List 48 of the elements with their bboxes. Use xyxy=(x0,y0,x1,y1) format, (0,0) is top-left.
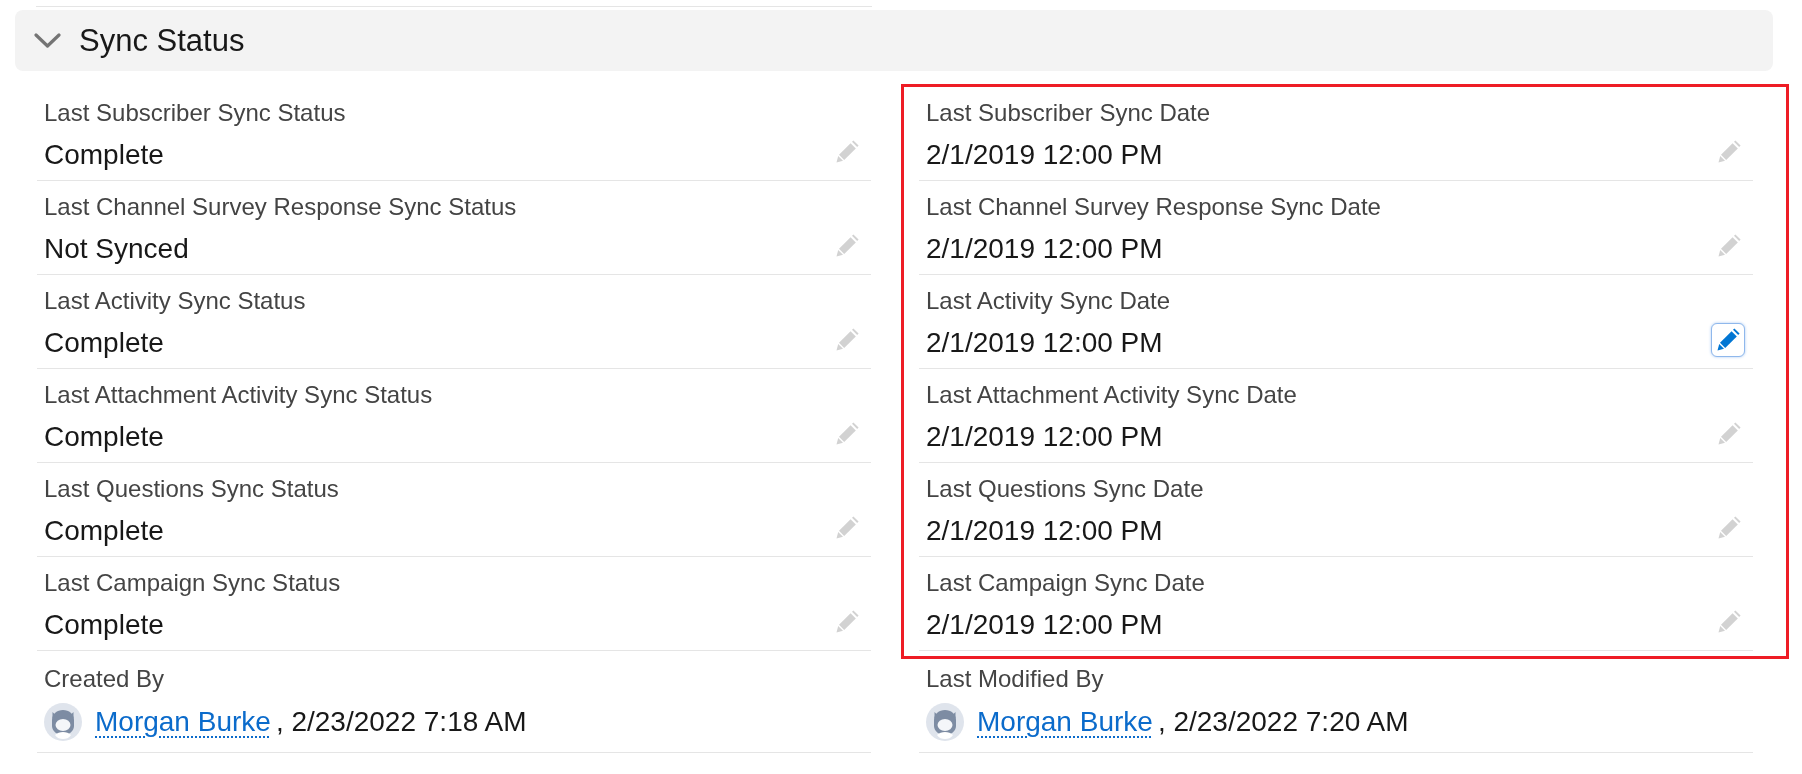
user-link[interactable]: Morgan Burke xyxy=(95,705,271,739)
pencil-icon[interactable] xyxy=(1717,140,1741,164)
section-header[interactable]: Sync Status xyxy=(15,10,1773,71)
field-label: Last Activity Sync Date xyxy=(926,286,1171,316)
pencil-icon[interactable] xyxy=(1717,516,1741,540)
field-label: Last Channel Survey Response Sync Date xyxy=(926,192,1381,222)
pencil-icon[interactable] xyxy=(835,516,859,540)
field-label: Last Questions Sync Date xyxy=(926,474,1204,504)
field-value: Complete xyxy=(44,420,164,454)
timestamp-text: , 2/23/2022 7:20 AM xyxy=(1157,705,1409,739)
field-value: 2/1/2019 12:00 PM xyxy=(926,514,1163,548)
section-title: Sync Status xyxy=(79,21,245,60)
pencil-icon[interactable] xyxy=(835,328,859,352)
field-value: Complete xyxy=(44,514,164,548)
field-label: Last Modified By xyxy=(926,664,1104,694)
field-label: Last Subscriber Sync Status xyxy=(44,98,346,128)
pencil-icon[interactable] xyxy=(1717,422,1741,446)
timestamp-text: , 2/23/2022 7:18 AM xyxy=(275,705,527,739)
field-label: Last Attachment Activity Sync Date xyxy=(926,380,1297,410)
chevron-icon[interactable] xyxy=(34,32,61,49)
field-value: 2/1/2019 12:00 PM xyxy=(926,608,1163,642)
field-label: Created By xyxy=(44,664,165,694)
field-label: Last Campaign Sync Status xyxy=(44,568,341,598)
pencil-icon[interactable] xyxy=(835,140,859,164)
field-value: 2/1/2019 12:00 PM xyxy=(926,138,1163,172)
field-label: Last Channel Survey Response Sync Status xyxy=(44,192,517,222)
pencil-icon xyxy=(1716,328,1740,352)
avatar-icon xyxy=(926,703,964,741)
field-label: Last Campaign Sync Date xyxy=(926,568,1205,598)
field-value: Complete xyxy=(44,326,164,360)
pencil-icon[interactable] xyxy=(1717,234,1741,258)
field-value: Not Synced xyxy=(44,232,189,266)
pencil-icon[interactable] xyxy=(835,610,859,634)
field-value: 2/1/2019 12:00 PM xyxy=(926,232,1163,266)
field-label: Last Questions Sync Status xyxy=(44,474,339,504)
edit-button[interactable] xyxy=(1711,323,1745,357)
pencil-icon[interactable] xyxy=(1717,610,1741,634)
field-label: Last Subscriber Sync Date xyxy=(926,98,1211,128)
field-label: Last Activity Sync Status xyxy=(44,286,306,316)
pencil-icon[interactable] xyxy=(835,234,859,258)
field-value: Complete xyxy=(44,608,164,642)
pencil-icon[interactable] xyxy=(835,422,859,446)
field-label: Last Attachment Activity Sync Status xyxy=(44,380,433,410)
field-value: 2/1/2019 12:00 PM xyxy=(926,326,1163,360)
user-link[interactable]: Morgan Burke xyxy=(977,705,1153,739)
field-value: 2/1/2019 12:00 PM xyxy=(926,420,1163,454)
avatar-icon xyxy=(44,703,82,741)
field-value: Complete xyxy=(44,138,164,172)
